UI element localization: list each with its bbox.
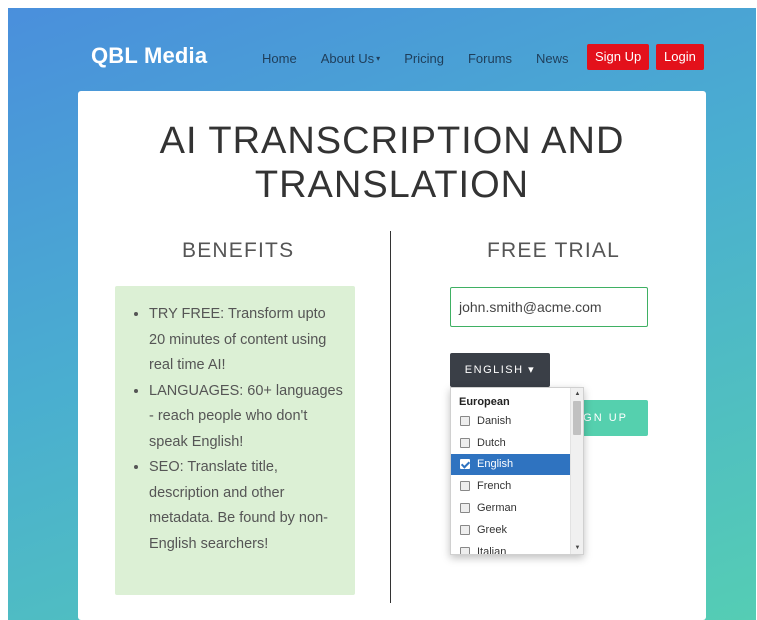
language-select-label: ENGLISH — [464, 364, 524, 376]
column-divider — [390, 231, 391, 603]
page-background: QBL Media Home About Us ▾ Pricing Forums … — [8, 8, 756, 620]
language-option-danish[interactable]: Danish — [451, 410, 571, 432]
main-card: AI TRANSCRIPTION AND TRANSLATION BENEFIT… — [78, 91, 706, 620]
benefit-item: LANGUAGES: 60+ languages - reach people … — [149, 379, 345, 456]
nav-news[interactable]: News — [536, 45, 569, 71]
benefits-title: BENEFITS — [182, 239, 295, 262]
scrollbar-thumb[interactable] — [573, 401, 581, 435]
language-option-german[interactable]: German — [451, 497, 571, 519]
language-option-italian[interactable]: Italian — [451, 541, 571, 555]
page-title: AI TRANSCRIPTION AND TRANSLATION — [78, 119, 706, 207]
dropdown-scrollbar[interactable]: ▲ ▼ — [570, 388, 583, 554]
checkbox-icon[interactable] — [460, 546, 470, 554]
checkbox-icon[interactable] — [460, 503, 470, 514]
checkbox-icon[interactable] — [460, 415, 470, 426]
nav-signup-button[interactable]: Sign Up — [587, 44, 650, 70]
benefits-panel: TRY FREE: Transform upto 20 minutes of c… — [115, 286, 355, 595]
nav-home[interactable]: Home — [262, 45, 297, 71]
option-label: Italian — [477, 545, 507, 555]
main-nav: Home About Us ▾ Pricing Forums News — [262, 45, 593, 71]
language-dropdown: European Danish Dutch English French Ger… — [450, 387, 584, 555]
nav-forums-label: Forums — [467, 50, 512, 66]
caret-down-icon: ▾ — [376, 53, 381, 63]
email-input[interactable]: john.smith@acme.com — [450, 287, 648, 327]
benefit-item: SEO: Translate title, description and ot… — [149, 455, 345, 557]
checkbox-icon[interactable] — [460, 524, 470, 535]
nav-forums[interactable]: Forums — [468, 45, 512, 71]
page-title-line2: TRANSLATION — [254, 164, 530, 206]
nav-pricing[interactable]: Pricing — [404, 45, 444, 71]
scroll-up-arrow-icon[interactable]: ▲ — [571, 388, 583, 400]
brand-logo[interactable]: QBL Media — [91, 43, 207, 69]
checkbox-icon[interactable] — [460, 481, 470, 492]
nav-news-label: News — [536, 50, 569, 66]
language-option-dutch[interactable]: Dutch — [451, 432, 571, 454]
nav-about-us[interactable]: About Us ▾ — [321, 45, 381, 71]
caret-down-icon: ▾ — [528, 364, 536, 376]
benefit-item: TRY FREE: Transform upto 20 minutes of c… — [149, 302, 345, 379]
language-select-button[interactable]: ENGLISH ▾ — [450, 353, 550, 387]
free-trial-title: FREE TRIAL — [487, 239, 620, 262]
page-title-line1: AI TRANSCRIPTION AND — [159, 120, 625, 162]
nav-login-button[interactable]: Login — [656, 44, 704, 70]
checkbox-icon[interactable] — [460, 437, 470, 448]
option-label: French — [477, 480, 512, 493]
benefits-list: TRY FREE: Transform upto 20 minutes of c… — [115, 286, 355, 557]
option-label: Dutch — [477, 436, 506, 449]
language-option-french[interactable]: French — [451, 475, 571, 497]
option-label: Greek — [477, 523, 507, 536]
dropdown-group-label: European — [459, 396, 510, 408]
option-label: Danish — [477, 414, 512, 427]
nav-about-label: About Us — [320, 50, 375, 66]
option-label: English — [477, 458, 514, 471]
nav-pricing-label: Pricing — [404, 50, 444, 66]
scroll-down-arrow-icon[interactable]: ▼ — [571, 542, 583, 554]
checkbox-checked-icon[interactable] — [460, 459, 470, 470]
nav-home-label: Home — [262, 50, 297, 66]
option-label: German — [477, 502, 517, 515]
language-option-greek[interactable]: Greek — [451, 519, 571, 541]
language-option-english[interactable]: English — [451, 453, 571, 476]
